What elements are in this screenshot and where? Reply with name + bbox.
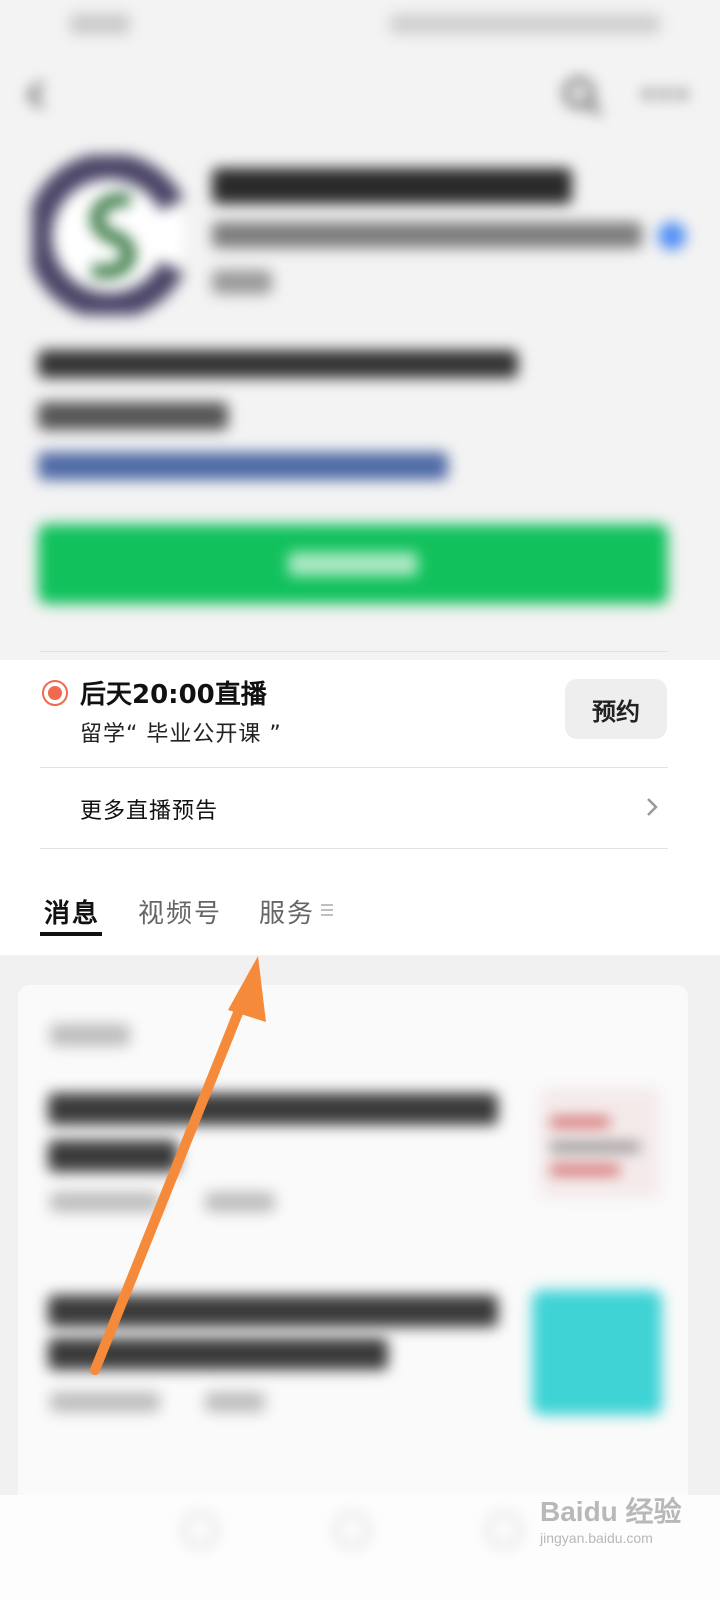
article-meta-count	[205, 1392, 265, 1412]
watermark-url: jingyan.baidu.com	[540, 1530, 653, 1546]
article-date	[50, 1024, 130, 1046]
article-meta-count	[205, 1192, 275, 1212]
article-meta	[50, 1192, 160, 1212]
baidu-watermark-logo: Baidu 经验 jingyan.baidu.com	[540, 1490, 690, 1560]
article-card[interactable]	[18, 985, 688, 1505]
account-description	[38, 350, 518, 378]
menu-icon[interactable]	[320, 903, 334, 917]
chevron-right-icon[interactable]	[645, 796, 659, 818]
article-thumbnail[interactable]	[540, 1088, 660, 1198]
menu-item-icon[interactable]	[334, 1512, 370, 1548]
back-arrow-icon[interactable]	[22, 80, 52, 110]
tab-services[interactable]: 服务	[259, 893, 315, 930]
verified-badge-icon	[658, 222, 686, 250]
article-title-line2[interactable]	[48, 1140, 178, 1172]
article-meta	[50, 1392, 160, 1412]
follow-button[interactable]	[38, 524, 668, 604]
live-indicator-icon	[42, 680, 68, 706]
tab-active-underline	[40, 932, 102, 936]
keyboard-icon[interactable]	[182, 1512, 218, 1548]
linked-video-account[interactable]	[38, 452, 448, 480]
article-thumbnail[interactable]	[532, 1290, 662, 1415]
more-live-previews[interactable]: 更多直播预告	[80, 793, 218, 825]
tab-video-channel[interactable]: 视频号	[138, 893, 222, 930]
status-bar-time	[70, 14, 130, 34]
status-bar-indicators	[390, 14, 660, 34]
account-description-line2	[38, 402, 228, 430]
account-name	[212, 168, 572, 204]
more-options-icon[interactable]	[640, 84, 690, 104]
follow-button-label	[288, 552, 418, 576]
divider	[40, 848, 668, 849]
search-icon[interactable]	[560, 74, 604, 118]
article-title-line2[interactable]	[48, 1338, 388, 1370]
article-title[interactable]	[48, 1093, 498, 1125]
article-title[interactable]	[48, 1295, 498, 1327]
divider	[40, 767, 668, 768]
account-subtitle	[212, 222, 642, 248]
live-subtitle: 留学“ 毕业公开课 ”	[80, 722, 282, 747]
live-title: 后天20:00直播	[80, 680, 267, 710]
menu-item-icon[interactable]	[486, 1512, 522, 1548]
divider	[40, 651, 668, 652]
live-indicator-dot	[48, 686, 62, 700]
reserve-button[interactable]: 预约	[565, 679, 667, 739]
account-logo	[32, 155, 184, 315]
account-location	[212, 270, 272, 294]
tab-messages[interactable]: 消息	[44, 893, 100, 930]
watermark-brand: Baidu 经验	[540, 1496, 682, 1527]
